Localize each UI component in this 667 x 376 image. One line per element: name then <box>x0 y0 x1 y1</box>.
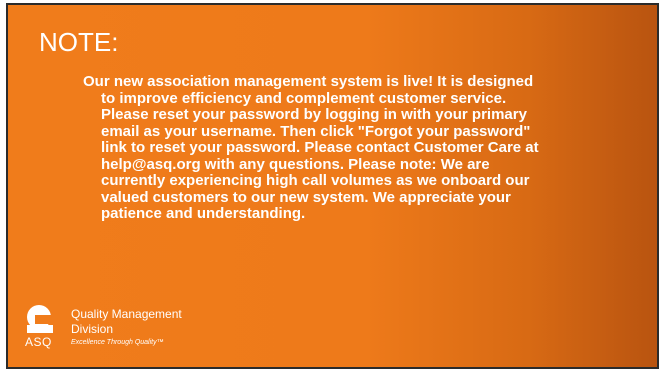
logo-tagline: Excellence Through Quality™ <box>71 339 164 346</box>
division-name-line2: Division <box>71 322 114 336</box>
notice-message: Our new association management system is… <box>83 73 539 222</box>
division-name-line1: Quality Management <box>71 307 182 321</box>
note-title: NOTE: <box>39 27 119 57</box>
notice-slide: NOTE: Our new association management sys… <box>6 3 659 369</box>
asq-wordmark: ASQ <box>25 335 52 349</box>
asq-logo: ASQ Quality Management Division Excellen… <box>25 303 245 351</box>
